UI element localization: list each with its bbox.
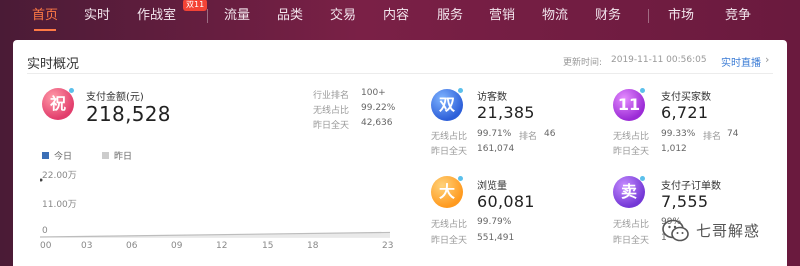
industry-rank-label: 行业排名 [313,91,350,101]
legend-yesterday-swatch [102,152,109,159]
nav-item-competition[interactable]: 竞争 [725,6,751,26]
realtime-trend-chart [40,178,391,238]
yesterday-total-value: 42,636 [361,118,393,128]
nav-item-home[interactable]: 首页 [32,6,58,31]
x-tick-label: 18 [307,241,319,251]
yesterday-total-label: 昨日全天 [313,121,350,131]
x-tick-label: 23 [382,241,394,251]
page-views-wireless-value: 99.79% [477,217,512,227]
double11-badge: 双11 [183,0,208,11]
icon-dot [458,176,463,181]
visitors-yesterday-value: 161,074 [477,144,515,154]
wireless-share-label: 无线占比 [313,106,350,116]
x-tick-label: 12 [216,241,228,251]
nav-item-traffic[interactable]: 流量 [224,6,250,26]
x-tick-label: 00 [40,241,52,251]
chevron-right-icon[interactable]: › [765,53,769,66]
watermark-text: 七哥解惑 [696,222,761,240]
wireless-share-value: 99.22% [361,103,396,113]
icon-dot [69,88,74,93]
page-views-yesterday-label: 昨日全天 [431,236,468,246]
panel-divider [27,73,773,74]
top-nav: 首页 实时 作战室 双11 流量 品类 交易 内容 服务 营销 物流 财务 市场… [0,0,800,31]
visitors-rank-value: 46 [544,129,556,139]
nav-item-finance[interactable]: 财务 [595,6,621,26]
visitors-value: 21,385 [477,103,535,122]
sub-orders-wireless-label: 无线占比 [613,220,650,230]
nav-item-market[interactable]: 市场 [668,6,694,26]
sub-orders-yesterday-label: 昨日全天 [613,236,650,246]
wechat-icon [662,219,689,242]
nav-item-realtime[interactable]: 实时 [84,6,110,26]
visitors-label: 访客数 [477,92,507,103]
update-time-value: 2019-11-11 00:56:05 [611,55,707,65]
buyers-wireless-label: 无线占比 [613,132,650,142]
legend-today-swatch [42,152,49,159]
x-tick-label: 06 [126,241,138,251]
pay-amount-value: 218,528 [86,102,171,126]
buyers-icon: 11 [613,89,645,121]
live-broadcast-link[interactable]: 实时直播 [721,54,761,69]
nav-item-category[interactable]: 品类 [277,6,303,26]
visitors-icon: 双 [431,89,463,121]
legend-yesterday-label[interactable]: 昨日 [114,149,132,162]
page-views-label: 浏览量 [477,181,507,192]
sub-orders-icon: 卖 [613,176,645,208]
x-tick-label: 03 [81,241,93,251]
nav-item-war-room[interactable]: 作战室 [137,6,176,26]
buyers-value: 6,721 [661,103,709,122]
sub-orders-value: 7,555 [661,192,709,211]
legend-today-label[interactable]: 今日 [54,149,72,162]
x-tick-label: 09 [171,241,183,251]
visitors-wireless-value: 99.71% [477,129,512,139]
page-views-wireless-label: 无线占比 [431,220,468,230]
nav-divider [648,9,649,23]
icon-dot [458,88,463,93]
nav-item-transaction[interactable]: 交易 [330,6,356,26]
buyers-yesterday-label: 昨日全天 [613,147,650,157]
pay-amount-icon: 祝 [42,88,74,120]
nav-item-content[interactable]: 内容 [383,6,409,26]
buyers-yesterday-value: 1,012 [661,144,687,154]
sub-orders-label: 支付子订单数 [661,181,721,192]
nav-item-marketing[interactable]: 营销 [489,6,515,26]
series-start-point [40,178,43,182]
buyers-rank-value: 74 [727,129,739,139]
industry-rank-value: 100+ [361,88,386,98]
icon-dot [640,88,645,93]
visitors-rank-label: 排名 [519,132,538,142]
nav-item-logistics[interactable]: 物流 [542,6,568,26]
panel-title: 实时概况 [27,57,80,72]
page-views-yesterday-value: 551,491 [477,233,515,243]
x-tick-label: 15 [262,241,274,251]
page-views-value: 60,081 [477,192,535,211]
page-views-icon: 大 [431,176,463,208]
nav-item-service[interactable]: 服务 [437,6,463,26]
nav-divider [207,9,208,23]
visitors-wireless-label: 无线占比 [431,132,468,142]
buyers-wireless-value: 99.33% [661,129,696,139]
update-time-label: 更新时间: [563,58,603,68]
buyers-label: 支付买家数 [661,92,711,103]
pay-amount-label: 支付金额(元) [86,92,144,103]
icon-dot [640,176,645,181]
visitors-yesterday-label: 昨日全天 [431,147,468,157]
buyers-rank-label: 排名 [703,132,722,142]
